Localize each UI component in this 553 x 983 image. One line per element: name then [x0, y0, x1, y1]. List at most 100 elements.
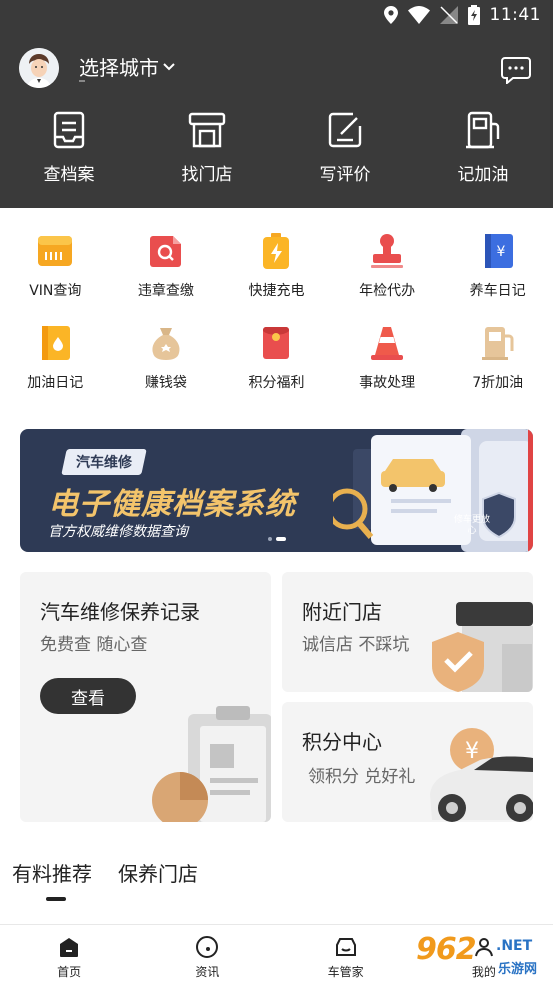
battery-charging-icon — [467, 5, 480, 25]
avatar-face-icon — [19, 48, 59, 88]
city-underline — [79, 80, 85, 82]
store-check-icon — [432, 602, 533, 692]
grid-label-vin: VIN查询 — [29, 283, 82, 299]
banner-title: 电子健康档案系统 — [48, 487, 296, 522]
nav-car-manager[interactable]: 车管家 — [277, 925, 415, 983]
quick-fuel-button[interactable]: 记加油 — [414, 110, 552, 185]
grid-item-accident[interactable]: 事故处理 — [332, 324, 443, 416]
gas-pump-icon — [481, 327, 514, 360]
nav-car-manager-label: 车管家 — [327, 965, 364, 979]
home-icon — [60, 938, 79, 957]
grid-item-inspection[interactable]: 年检代办 — [332, 232, 443, 324]
svg-text:¥: ¥ — [465, 739, 479, 764]
service-grid: VIN查询 违章查缴 快捷充电 年检代办 ¥ 养车日记 加油日记 赚钱袋 积分福… — [0, 232, 553, 416]
city-selector[interactable]: 选择城市 — [79, 52, 175, 81]
traffic-cone-icon — [371, 327, 404, 360]
tab-recommended[interactable]: 有料推荐 — [12, 858, 92, 887]
fuel-drop-book-icon — [42, 326, 71, 360]
banner-pagination — [268, 537, 286, 541]
city-label: 选择城市 — [79, 56, 159, 80]
grid-item-violation[interactable]: 违章查缴 — [111, 232, 222, 324]
banner-dot[interactable] — [268, 537, 272, 541]
red-envelope-icon — [263, 327, 290, 359]
vin-card-icon — [38, 236, 73, 266]
card-nearby-stores[interactable]: 附近门店 诚信店 不踩坑 — [282, 572, 533, 692]
violation-search-icon — [149, 236, 181, 267]
status-bar: 11:41 — [0, 0, 553, 32]
quick-fuel-label: 记加油 — [457, 165, 509, 185]
grid-label-fuel-diary: 加油日记 — [27, 375, 84, 391]
quick-store-label: 找门店 — [181, 165, 233, 185]
grid-label-inspection: 年检代办 — [359, 283, 416, 299]
content-tabs: 有料推荐 保养门店 — [12, 858, 198, 887]
card-nearby-subtitle: 诚信店 不踩坑 — [302, 635, 410, 655]
news-icon — [196, 936, 219, 958]
svg-text:¥: ¥ — [496, 244, 505, 260]
tab-maintenance-stores[interactable]: 保养门店 — [118, 858, 198, 887]
car-coin-icon: ¥ — [430, 728, 533, 822]
nav-home-label: 首页 — [57, 965, 82, 979]
edit-icon — [328, 112, 362, 148]
battery-charge-icon — [263, 233, 290, 269]
card-nearby-title: 附近门店 — [302, 600, 382, 624]
grid-item-vin[interactable]: VIN查询 — [0, 232, 111, 324]
grid-label-points: 积分福利 — [248, 375, 305, 391]
grid-item-money-bag[interactable]: 赚钱袋 — [111, 324, 222, 416]
grid-item-diary[interactable]: ¥ 养车日记 — [442, 232, 553, 324]
message-icon[interactable] — [501, 56, 531, 84]
grid-item-charge[interactable]: 快捷充电 — [221, 232, 332, 324]
grid-label-violation: 违章查缴 — [137, 283, 194, 299]
nav-home[interactable]: 首页 — [0, 925, 138, 983]
wifi-icon — [407, 6, 430, 24]
active-tab-indicator — [46, 897, 66, 901]
grid-item-points[interactable]: 积分福利 — [221, 324, 332, 416]
banner-illustration — [333, 429, 533, 552]
location-icon — [383, 6, 398, 24]
banner-badge: 修车更放心 — [453, 515, 490, 536]
quick-archive-button[interactable]: 查档案 — [0, 110, 138, 185]
grid-label-charge: 快捷充电 — [248, 283, 305, 299]
quick-review-label: 写评价 — [319, 165, 371, 185]
chevron-down-icon — [163, 62, 175, 70]
watermark-cn: 乐游网 — [498, 962, 538, 977]
car-manager-icon — [335, 938, 356, 956]
grid-label-accident: 事故处理 — [359, 375, 416, 391]
money-bag-icon — [152, 328, 180, 360]
quick-review-button[interactable]: 写评价 — [276, 110, 414, 185]
promo-banner[interactable]: 汽车维修 电子健康档案系统 官方权威维修数据查询 修车更放心 — [20, 429, 533, 552]
watermark-net: .NET — [496, 938, 533, 954]
banner-edge-accent — [528, 429, 533, 552]
avatar[interactable] — [19, 48, 59, 88]
quick-archive-label: 查档案 — [43, 165, 95, 185]
banner-dot-active[interactable] — [276, 537, 286, 541]
grid-item-fuel-diary[interactable]: 加油日记 — [0, 324, 111, 416]
nav-news[interactable]: 资讯 — [138, 925, 276, 983]
grid-item-discount-fuel[interactable]: 7折加油 — [442, 324, 553, 416]
card-maintenance-subtitle: 免费查 随心查 — [40, 635, 148, 655]
yen-book-icon: ¥ — [484, 234, 513, 268]
stamp-icon — [371, 234, 404, 268]
banner-tag: 汽车维修 — [61, 449, 147, 475]
view-button[interactable]: 查看 — [40, 678, 136, 714]
header: 11:41 选择城市 查档案 找门店 写评价 记加油 — [0, 0, 553, 208]
grid-label-discount-fuel: 7折加油 — [472, 375, 524, 391]
archive-icon — [53, 111, 85, 149]
clipboard-icon — [152, 706, 271, 822]
grid-label-diary: 养车日记 — [469, 283, 526, 299]
site-watermark: 962 .NET 乐游网 — [416, 932, 550, 980]
nav-news-label: 资讯 — [195, 965, 220, 979]
card-maintenance-record[interactable]: 汽车维修保养记录 免费查 随心查 查看 — [20, 572, 271, 822]
card-points-subtitle: 领积分 兑好礼 — [308, 767, 416, 787]
signal-off-icon — [439, 6, 458, 24]
card-maintenance-title: 汽车维修保养记录 — [40, 600, 200, 624]
banner-subtitle: 官方权威维修数据查询 — [48, 524, 188, 540]
card-points-title: 积分中心 — [302, 730, 382, 754]
quick-store-button[interactable]: 找门店 — [138, 110, 276, 185]
watermark-number: 962 — [416, 932, 477, 967]
card-points-center[interactable]: 积分中心 领积分 兑好礼 ¥ — [282, 702, 533, 822]
grid-label-money-bag: 赚钱袋 — [144, 375, 187, 391]
store-icon — [188, 112, 226, 148]
clock: 11:41 — [489, 5, 541, 25]
quick-actions: 查档案 找门店 写评价 记加油 — [0, 110, 553, 185]
fuel-icon — [466, 111, 500, 149]
